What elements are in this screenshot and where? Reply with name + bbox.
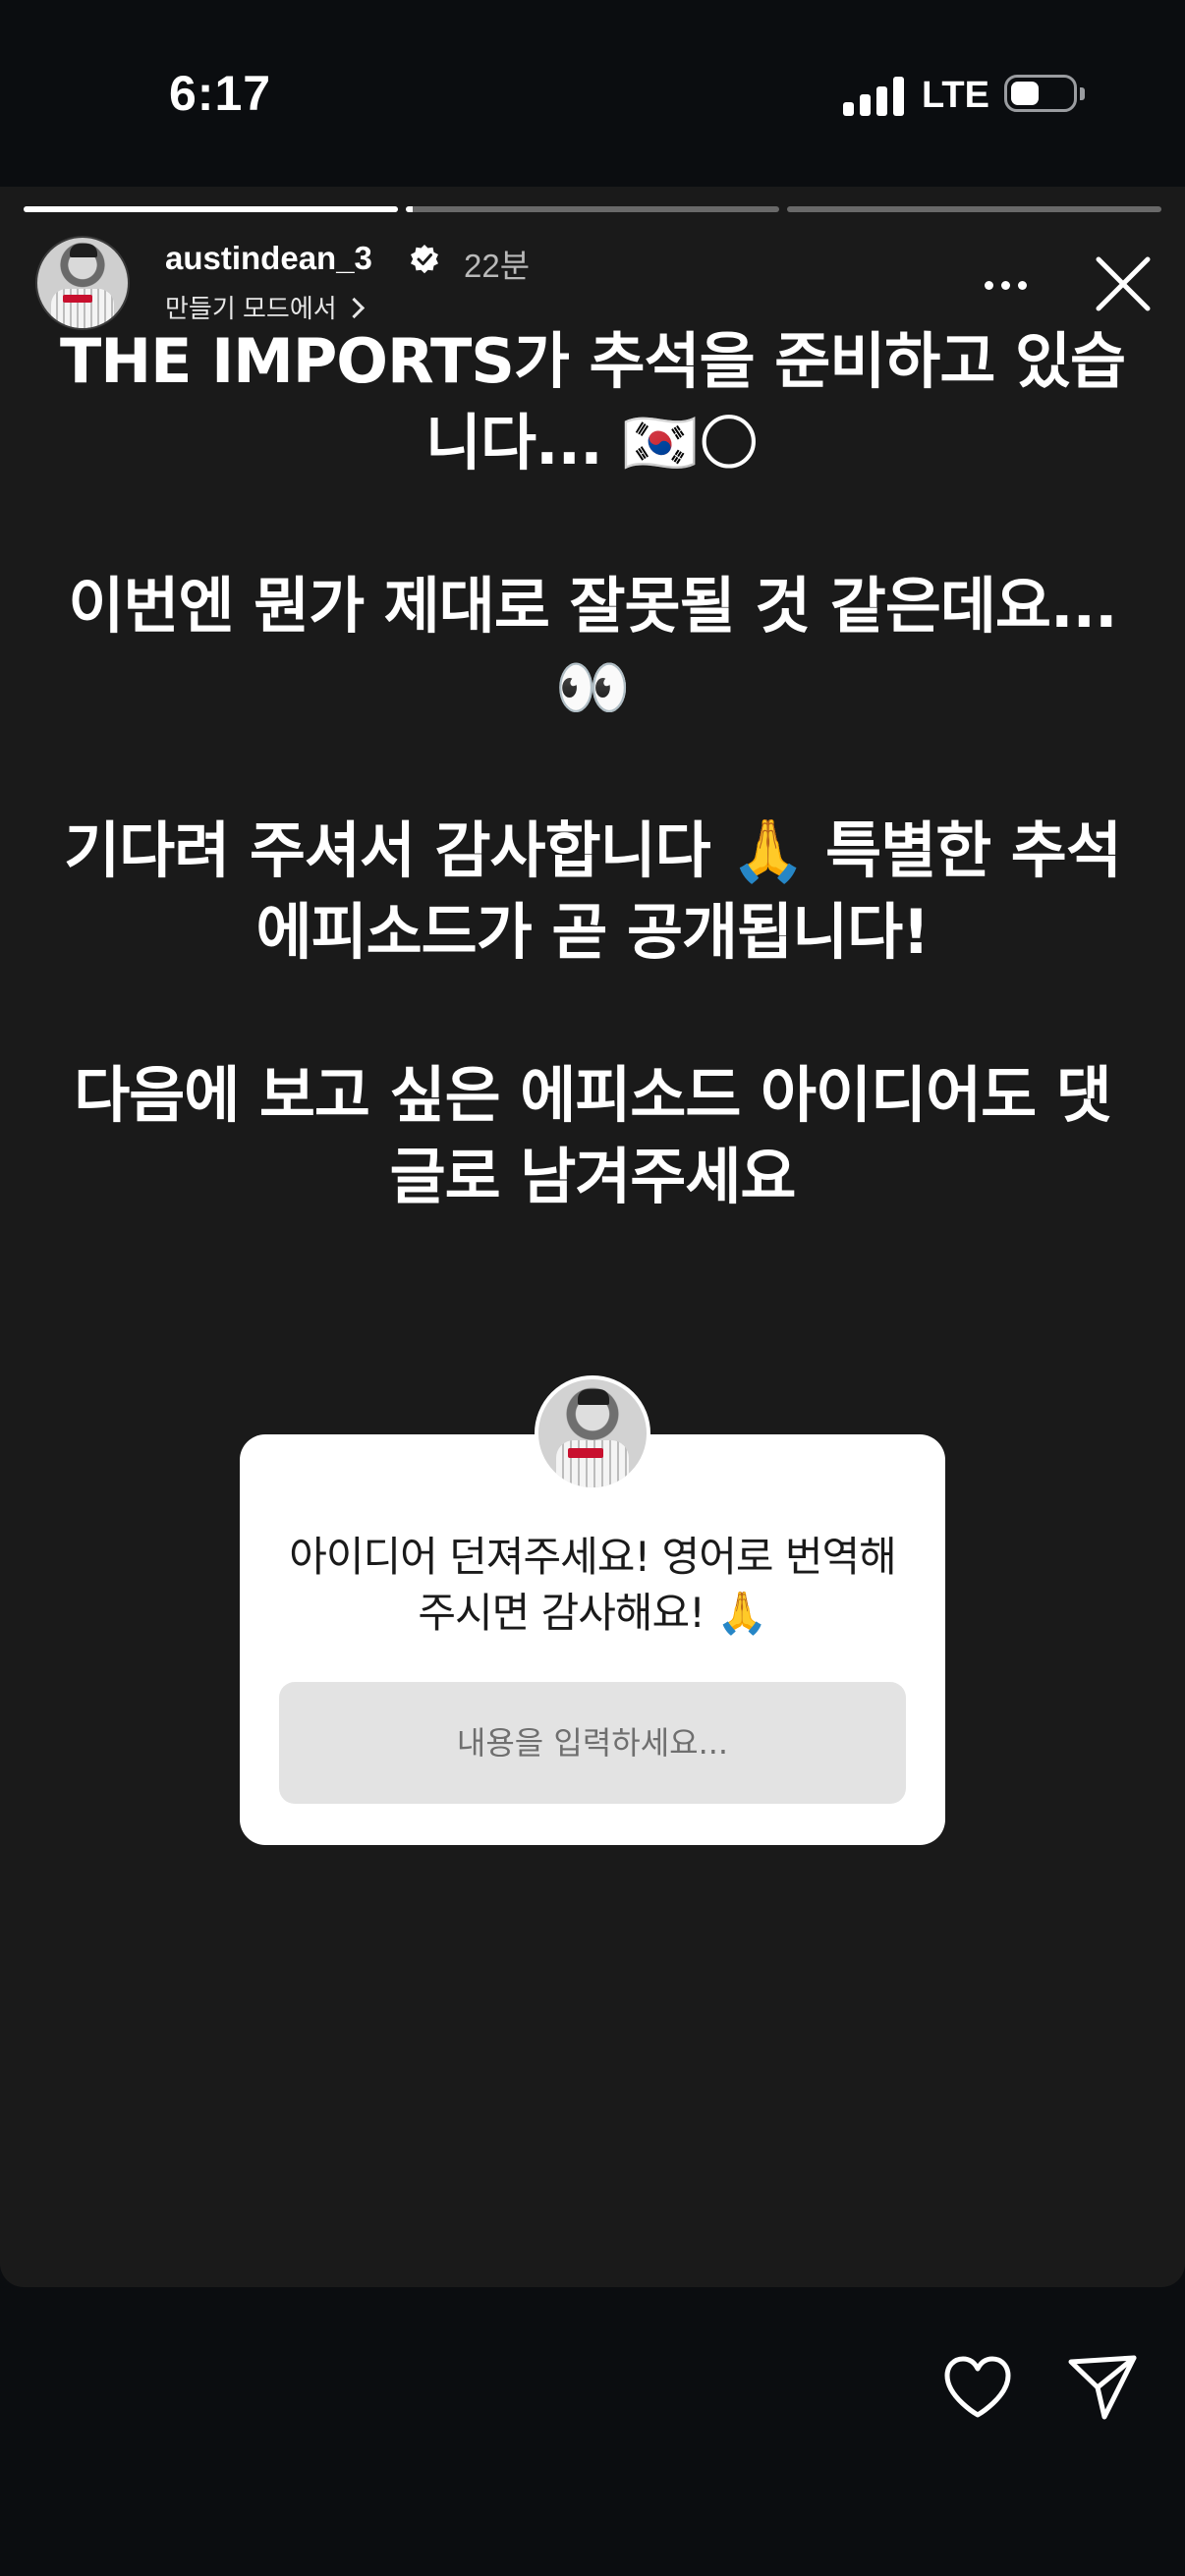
create-mode-label: 만들기 모드에서 bbox=[165, 294, 337, 323]
story-paragraph: 다음에 보고 싶은 에피소드 아이디어도 댓글로 남겨주세요 bbox=[74, 1059, 1112, 1212]
status-time: 6:17 bbox=[169, 66, 272, 121]
battery-tip bbox=[1080, 87, 1085, 100]
network-type: LTE bbox=[922, 75, 989, 116]
verified-badge-icon bbox=[411, 245, 438, 274]
profile-avatar[interactable] bbox=[35, 236, 130, 330]
progress-segment-3 bbox=[787, 206, 1162, 212]
story-paragraph: 기다려 주셔서 감사합니다 🙏 특별한 추석 에피소드가 곧 공개됩니다! bbox=[64, 814, 1122, 968]
story-progress-bar bbox=[24, 206, 1162, 212]
story-text: THE IMPORTS가 추석을 준비하고 있습니다... 🇰🇷🌕 이번엔 뭔가… bbox=[59, 320, 1126, 1217]
more-options-button[interactable] bbox=[977, 265, 1036, 305]
send-icon[interactable] bbox=[1065, 2352, 1140, 2423]
answer-input[interactable]: 내용을 입력하세요... bbox=[279, 1682, 906, 1804]
username[interactable]: austindean_3 bbox=[165, 240, 372, 277]
close-icon[interactable] bbox=[1091, 252, 1156, 316]
question-sticker-avatar bbox=[535, 1375, 650, 1491]
progress-segment-2 bbox=[405, 206, 780, 212]
heart-icon[interactable] bbox=[941, 2354, 1014, 2423]
battery-icon bbox=[1004, 75, 1077, 112]
question-prompt: 아이디어 던져주세요! 영어로 번역해 주시면 감사해요! 🙏 bbox=[289, 1533, 897, 1637]
chevron-right-icon bbox=[343, 297, 365, 319]
progress-segment-1 bbox=[24, 206, 398, 212]
question-sticker[interactable]: 아이디어 던져주세요! 영어로 번역해 주시면 감사해요! 🙏 내용을 입력하세… bbox=[240, 1434, 945, 1845]
signal-strength-icon bbox=[843, 77, 904, 116]
story-paragraph: 이번엔 뭔가 제대로 잘못될 것 같은데요... 👀 bbox=[68, 570, 1117, 723]
status-bar: 6:17 LTE bbox=[0, 0, 1185, 187]
post-time-ago: 22분 bbox=[464, 248, 531, 284]
story-paragraph: THE IMPORTS가 추석을 준비하고 있습니다... 🇰🇷🌕 bbox=[59, 325, 1126, 478]
